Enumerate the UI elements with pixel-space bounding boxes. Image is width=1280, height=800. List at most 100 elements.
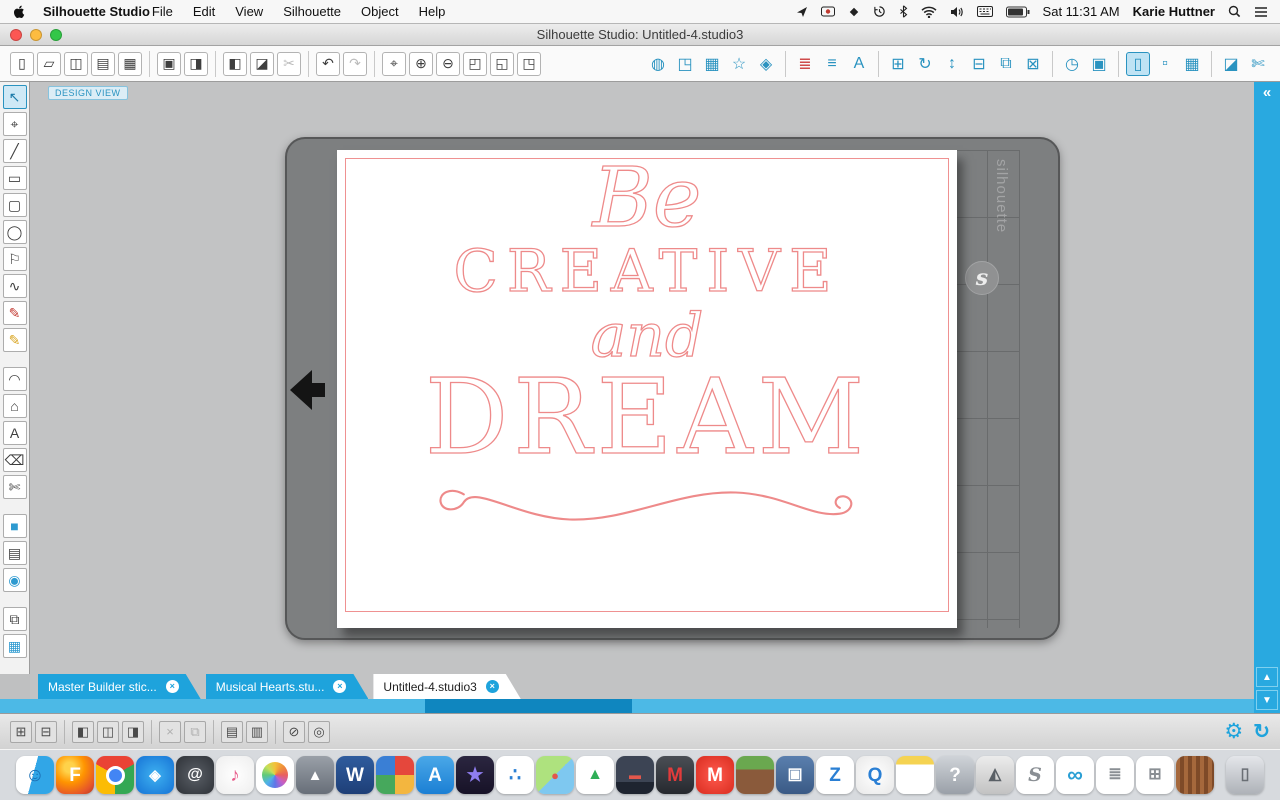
scroll-down-button[interactable]: ▼ xyxy=(1256,690,1278,710)
tool-timer[interactable]: ◷ xyxy=(1060,52,1084,76)
dock-icon-star-app[interactable]: ★ xyxy=(456,756,494,794)
dock-icon-finder[interactable]: ☺ xyxy=(16,756,54,794)
tool-redo[interactable]: ↷ xyxy=(343,51,367,76)
tab-close-icon[interactable]: × xyxy=(166,680,179,693)
tab-musical-hearts[interactable]: Musical Hearts.stu... × xyxy=(206,674,369,699)
tool-align-right[interactable]: ◨ xyxy=(122,720,144,743)
tool-select[interactable]: ↖ xyxy=(2,85,27,109)
tool-subtract[interactable]: ⧉ xyxy=(184,720,206,743)
bluetooth-icon[interactable] xyxy=(899,5,908,18)
tool-blade-tool[interactable]: ✄ xyxy=(1246,52,1270,76)
collapse-panel-icon[interactable]: « xyxy=(1263,84,1271,101)
spotlight-icon[interactable] xyxy=(1228,5,1241,18)
tool-zoom-selection[interactable]: ◰ xyxy=(463,51,487,76)
tool-lock[interactable]: ⊘ xyxy=(283,720,305,743)
tool-sketch[interactable]: ▤ xyxy=(2,541,27,565)
cutting-mat[interactable]: silhouette s Be CREATIVE and DREAM xyxy=(285,137,1060,640)
tool-print[interactable]: ▣ xyxy=(157,51,181,76)
tool-align[interactable]: ⊟ xyxy=(967,52,991,76)
dock-icon-miniclip[interactable]: M xyxy=(696,756,734,794)
tool-print-preview[interactable]: ◨ xyxy=(184,51,208,76)
tool-ungroup[interactable]: ▥ xyxy=(246,720,268,743)
window-title-bar[interactable]: Silhouette Studio: Untitled-4.studio3 xyxy=(0,24,1280,46)
close-window-button[interactable] xyxy=(10,29,22,41)
dock-icon-z-app[interactable]: Z xyxy=(816,756,854,794)
dock-icon-display-app[interactable]: ▬ xyxy=(616,756,654,794)
dock-icon-firefox[interactable]: F xyxy=(56,756,94,794)
dock-icon-launchpad[interactable]: ▲ xyxy=(296,756,334,794)
tool-page-settings[interactable]: ◳ xyxy=(673,52,697,76)
dock-icon-silhouette-studio[interactable]: S xyxy=(1016,756,1054,794)
tool-scale[interactable]: ↕ xyxy=(940,52,964,76)
dock-icon-trash[interactable]: ▯ xyxy=(1226,756,1264,794)
menu-help[interactable]: Help xyxy=(419,4,446,19)
right-panel-rail[interactable]: « ▲ ▼ xyxy=(1254,82,1280,713)
tab-close-icon[interactable]: × xyxy=(333,680,346,693)
zoom-window-button[interactable] xyxy=(50,29,62,41)
dock-icon-radio-app[interactable] xyxy=(1176,756,1214,794)
design-page[interactable]: Be CREATIVE and DREAM xyxy=(337,150,957,628)
keyboard-icon[interactable] xyxy=(976,6,993,17)
tool-send-to-machine[interactable]: ◍ xyxy=(646,52,670,76)
tool-curve[interactable]: ∿ xyxy=(2,274,27,298)
bootcamp-icon[interactable] xyxy=(848,6,860,18)
dock-icon-cube-app[interactable]: ▣ xyxy=(776,756,814,794)
tool-freehand[interactable]: ✎ xyxy=(2,301,27,325)
tool-zoom-out[interactable]: ⊖ xyxy=(436,51,460,76)
dock-icon-notes[interactable] xyxy=(896,756,934,794)
apple-icon[interactable] xyxy=(12,4,27,19)
tool-paste[interactable]: ◪ xyxy=(250,51,274,76)
tool-ellipse[interactable]: ◯ xyxy=(2,220,27,244)
dock-icon-maps[interactable]: ● xyxy=(536,756,574,794)
tool-panel-design[interactable]: ▯ xyxy=(1126,51,1150,76)
tool-weld[interactable]: × xyxy=(159,720,181,743)
dock-icon-quicktime[interactable]: Q xyxy=(856,756,894,794)
tool-eraser[interactable]: ⌫ xyxy=(2,448,27,472)
tool-save[interactable]: ▤ xyxy=(91,51,115,76)
tool-copy[interactable]: ◧ xyxy=(223,51,247,76)
tool-fill[interactable]: ■ xyxy=(2,514,27,538)
tab-untitled-4[interactable]: Untitled-4.studio3 × xyxy=(373,674,520,699)
tool-save-to-library[interactable]: ▦ xyxy=(118,51,142,76)
menu-silhouette[interactable]: Silhouette xyxy=(283,4,341,19)
dock-icon-widget-app[interactable]: ⊞ xyxy=(1136,756,1174,794)
tab-master-builder[interactable]: Master Builder stic... × xyxy=(38,674,201,699)
tool-registration[interactable]: ◎ xyxy=(308,720,330,743)
tool-grid-panel[interactable]: ▦ xyxy=(2,634,27,658)
dock-icon-dots-app[interactable]: ∴ xyxy=(496,756,534,794)
tool-open-from-library[interactable]: ◫ xyxy=(64,51,88,76)
dock-icon-mail[interactable]: @ xyxy=(176,756,214,794)
dock-icon-google-drive[interactable]: ▲ xyxy=(576,756,614,794)
battery-icon[interactable] xyxy=(1005,6,1030,18)
tool-trace[interactable]: ◈ xyxy=(754,52,778,76)
design-word-creative[interactable]: CREATIVE xyxy=(453,241,841,300)
tool-smooth-freehand[interactable]: ✎ xyxy=(2,328,27,352)
dock-icon-infinity-app[interactable]: ∞ xyxy=(1056,756,1094,794)
location-icon[interactable] xyxy=(796,6,808,18)
tool-rotate[interactable]: ↻ xyxy=(913,52,937,76)
tool-modify[interactable]: ⊠ xyxy=(1021,52,1045,76)
design-word-dream[interactable]: DREAM xyxy=(424,364,869,469)
minimize-window-button[interactable] xyxy=(30,29,42,41)
dock-icon-tiles-game[interactable] xyxy=(376,756,414,794)
volume-icon[interactable] xyxy=(950,6,964,18)
menu-file[interactable]: File xyxy=(152,4,173,19)
time-machine-icon[interactable] xyxy=(873,5,886,18)
tool-panel-library[interactable]: ▦ xyxy=(1180,52,1204,76)
tool-text-style[interactable]: A xyxy=(847,52,871,76)
scroll-up-button[interactable]: ▲ xyxy=(1256,667,1278,687)
tool-replicate[interactable]: ⧉ xyxy=(994,52,1018,76)
dock-icon-cad-app[interactable]: ◭ xyxy=(976,756,1014,794)
tool-polygon[interactable]: ⚐ xyxy=(2,247,27,271)
tool-cut[interactable]: ✂ xyxy=(277,51,301,76)
dock-icon-photos[interactable] xyxy=(256,756,294,794)
dock-icon-word[interactable]: W xyxy=(336,756,374,794)
wifi-icon[interactable] xyxy=(921,6,937,18)
design-word-be[interactable]: Be xyxy=(592,157,702,240)
tool-regular-polygon[interactable]: ⌂ xyxy=(2,394,27,418)
tool-panel-store[interactable]: ▫ xyxy=(1153,52,1177,76)
tool-transform-a[interactable]: ⊞ xyxy=(10,720,32,743)
horizontal-scrollbar-thumb[interactable] xyxy=(425,699,632,713)
tool-rectangle[interactable]: ▭ xyxy=(2,166,27,190)
tool-open[interactable]: ▱ xyxy=(37,51,61,76)
